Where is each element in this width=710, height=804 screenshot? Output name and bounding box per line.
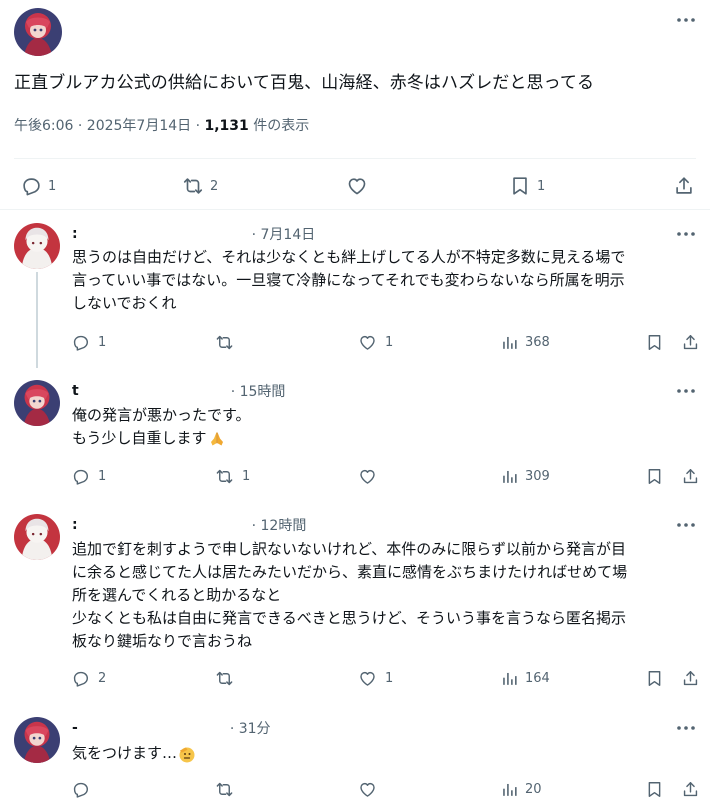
repost-icon — [215, 333, 234, 352]
share-icon — [681, 333, 700, 352]
like-button[interactable] — [358, 465, 385, 487]
reply-button[interactable]: 2 — [71, 667, 106, 689]
analytics-icon — [500, 467, 519, 486]
thread-line — [36, 272, 38, 368]
views-button[interactable]: 20 — [500, 778, 542, 800]
reply-item[interactable]: - · 31分 気をつけます… 20 — [0, 704, 710, 804]
bookmark-icon — [645, 333, 664, 352]
reply-action-bar: 20 — [0, 778, 710, 800]
analytics-icon — [500, 669, 519, 688]
avatar[interactable] — [14, 380, 60, 426]
divider — [14, 158, 696, 159]
heart-icon — [358, 780, 377, 799]
repost-button[interactable]: 2 — [182, 172, 218, 200]
bookmark-button[interactable] — [645, 667, 664, 689]
repost-button[interactable] — [215, 778, 242, 800]
share-icon — [681, 669, 700, 688]
share-button[interactable] — [681, 331, 700, 353]
views-button[interactable]: 164 — [500, 667, 550, 689]
like-button[interactable] — [358, 778, 385, 800]
share-button[interactable] — [681, 778, 700, 800]
view-count-label: 件の表示 — [248, 118, 310, 134]
bookmark-icon — [509, 175, 531, 197]
bookmark-button[interactable] — [645, 465, 664, 487]
more-options-icon[interactable] — [674, 12, 698, 28]
post-text: 正直ブルアカ公式の供給において百鬼、山海経、赤冬はハズレだと思ってる — [14, 73, 595, 93]
author-name[interactable]: t — [72, 383, 79, 399]
heart-icon — [358, 669, 377, 688]
share-icon — [673, 175, 695, 197]
share-icon — [681, 780, 700, 799]
bookmark-button[interactable] — [645, 331, 664, 353]
more-options-icon[interactable] — [674, 226, 698, 242]
bookmark-icon — [645, 467, 664, 486]
analytics-icon — [500, 333, 519, 352]
post-action-bar: 1 2 1 — [0, 172, 710, 200]
repost-button[interactable]: 1 — [215, 465, 250, 487]
reply-button[interactable]: 1 — [71, 465, 106, 487]
reply-icon — [71, 467, 90, 486]
reply-item[interactable]: : · 7月14日 思うのは自由だけど、それは少なくとも絆上げしてる人が不特定多… — [0, 210, 710, 368]
share-button[interactable] — [673, 172, 695, 200]
like-button[interactable]: 1 — [358, 331, 393, 353]
folded-hands-emoji-icon — [210, 432, 223, 445]
reply-action-bar: 1 1 368 — [0, 331, 710, 353]
heart-icon — [346, 175, 368, 197]
reply-button[interactable]: 1 — [20, 172, 56, 200]
like-button[interactable] — [346, 172, 374, 200]
author-name[interactable]: : — [72, 226, 78, 242]
reply-icon — [71, 780, 90, 799]
author-name[interactable]: - — [72, 720, 78, 736]
more-options-icon[interactable] — [674, 720, 698, 736]
saluting-face-emoji-icon — [179, 747, 195, 762]
main-post: 正直ブルアカ公式の供給において百鬼、山海経、赤冬はハズレだと思ってる 午後6:0… — [0, 0, 710, 210]
heart-icon — [358, 467, 377, 486]
repost-button[interactable] — [215, 667, 242, 689]
reply-text: 気をつけます… — [72, 742, 197, 765]
post-timestamp[interactable]: 午後6:06 · 2025年7月14日 · — [14, 118, 205, 134]
reply-text: 追加で釘を刺すようで申し訳ないないけれど、本件のみに限らず以前から発言が目 に余… — [72, 540, 628, 650]
reply-icon — [71, 333, 90, 352]
more-options-icon[interactable] — [674, 383, 698, 399]
repost-icon — [215, 669, 234, 688]
reply-icon — [20, 175, 42, 197]
analytics-icon — [500, 780, 519, 799]
like-button[interactable]: 1 — [358, 667, 393, 689]
reply-action-bar: 1 1 309 — [0, 465, 710, 487]
share-button[interactable] — [681, 667, 700, 689]
bookmark-icon — [645, 669, 664, 688]
more-options-icon[interactable] — [674, 517, 698, 533]
timestamp[interactable]: · 12時間 — [252, 515, 307, 535]
views-button[interactable]: 309 — [500, 465, 550, 487]
reply-action-bar: 2 1 164 — [0, 667, 710, 689]
avatar[interactable] — [14, 223, 60, 269]
views-button[interactable]: 368 — [500, 331, 550, 353]
reply-button[interactable] — [71, 778, 98, 800]
bookmark-icon — [645, 780, 664, 799]
timestamp[interactable]: · 31分 — [230, 718, 271, 738]
reply-item[interactable]: t · 15時間 俺の発言が悪かったです。 もう少し自重します 1 1 309 — [0, 368, 710, 504]
share-icon — [681, 467, 700, 486]
bookmark-button[interactable]: 1 — [509, 172, 545, 200]
repost-icon — [215, 467, 234, 486]
post-meta: 午後6:06 · 2025年7月14日 · 1,131 件の表示 — [14, 115, 309, 135]
repost-button[interactable] — [215, 331, 242, 353]
share-button[interactable] — [681, 465, 700, 487]
repost-icon — [182, 175, 204, 197]
avatar[interactable] — [14, 717, 60, 763]
timestamp[interactable]: · 15時間 — [231, 381, 286, 401]
bookmark-button[interactable] — [645, 778, 664, 800]
avatar[interactable] — [14, 514, 60, 560]
repost-icon — [215, 780, 234, 799]
view-count: 1,131 — [204, 118, 249, 134]
reply-text: 俺の発言が悪かったです。 もう少し自重します — [72, 406, 251, 447]
reply-icon — [71, 669, 90, 688]
reply-text: 思うのは自由だけど、それは少なくとも絆上げしてる人が不特定多数に見える場で 言っ… — [72, 248, 626, 312]
reply-item[interactable]: : · 12時間 追加で釘を刺すようで申し訳ないないけれど、本件のみに限らず以前… — [0, 504, 710, 704]
reply-button[interactable]: 1 — [71, 331, 106, 353]
heart-icon — [358, 333, 377, 352]
avatar[interactable] — [14, 8, 62, 56]
timestamp[interactable]: · 7月14日 — [252, 224, 316, 244]
author-name[interactable]: : — [72, 517, 78, 533]
